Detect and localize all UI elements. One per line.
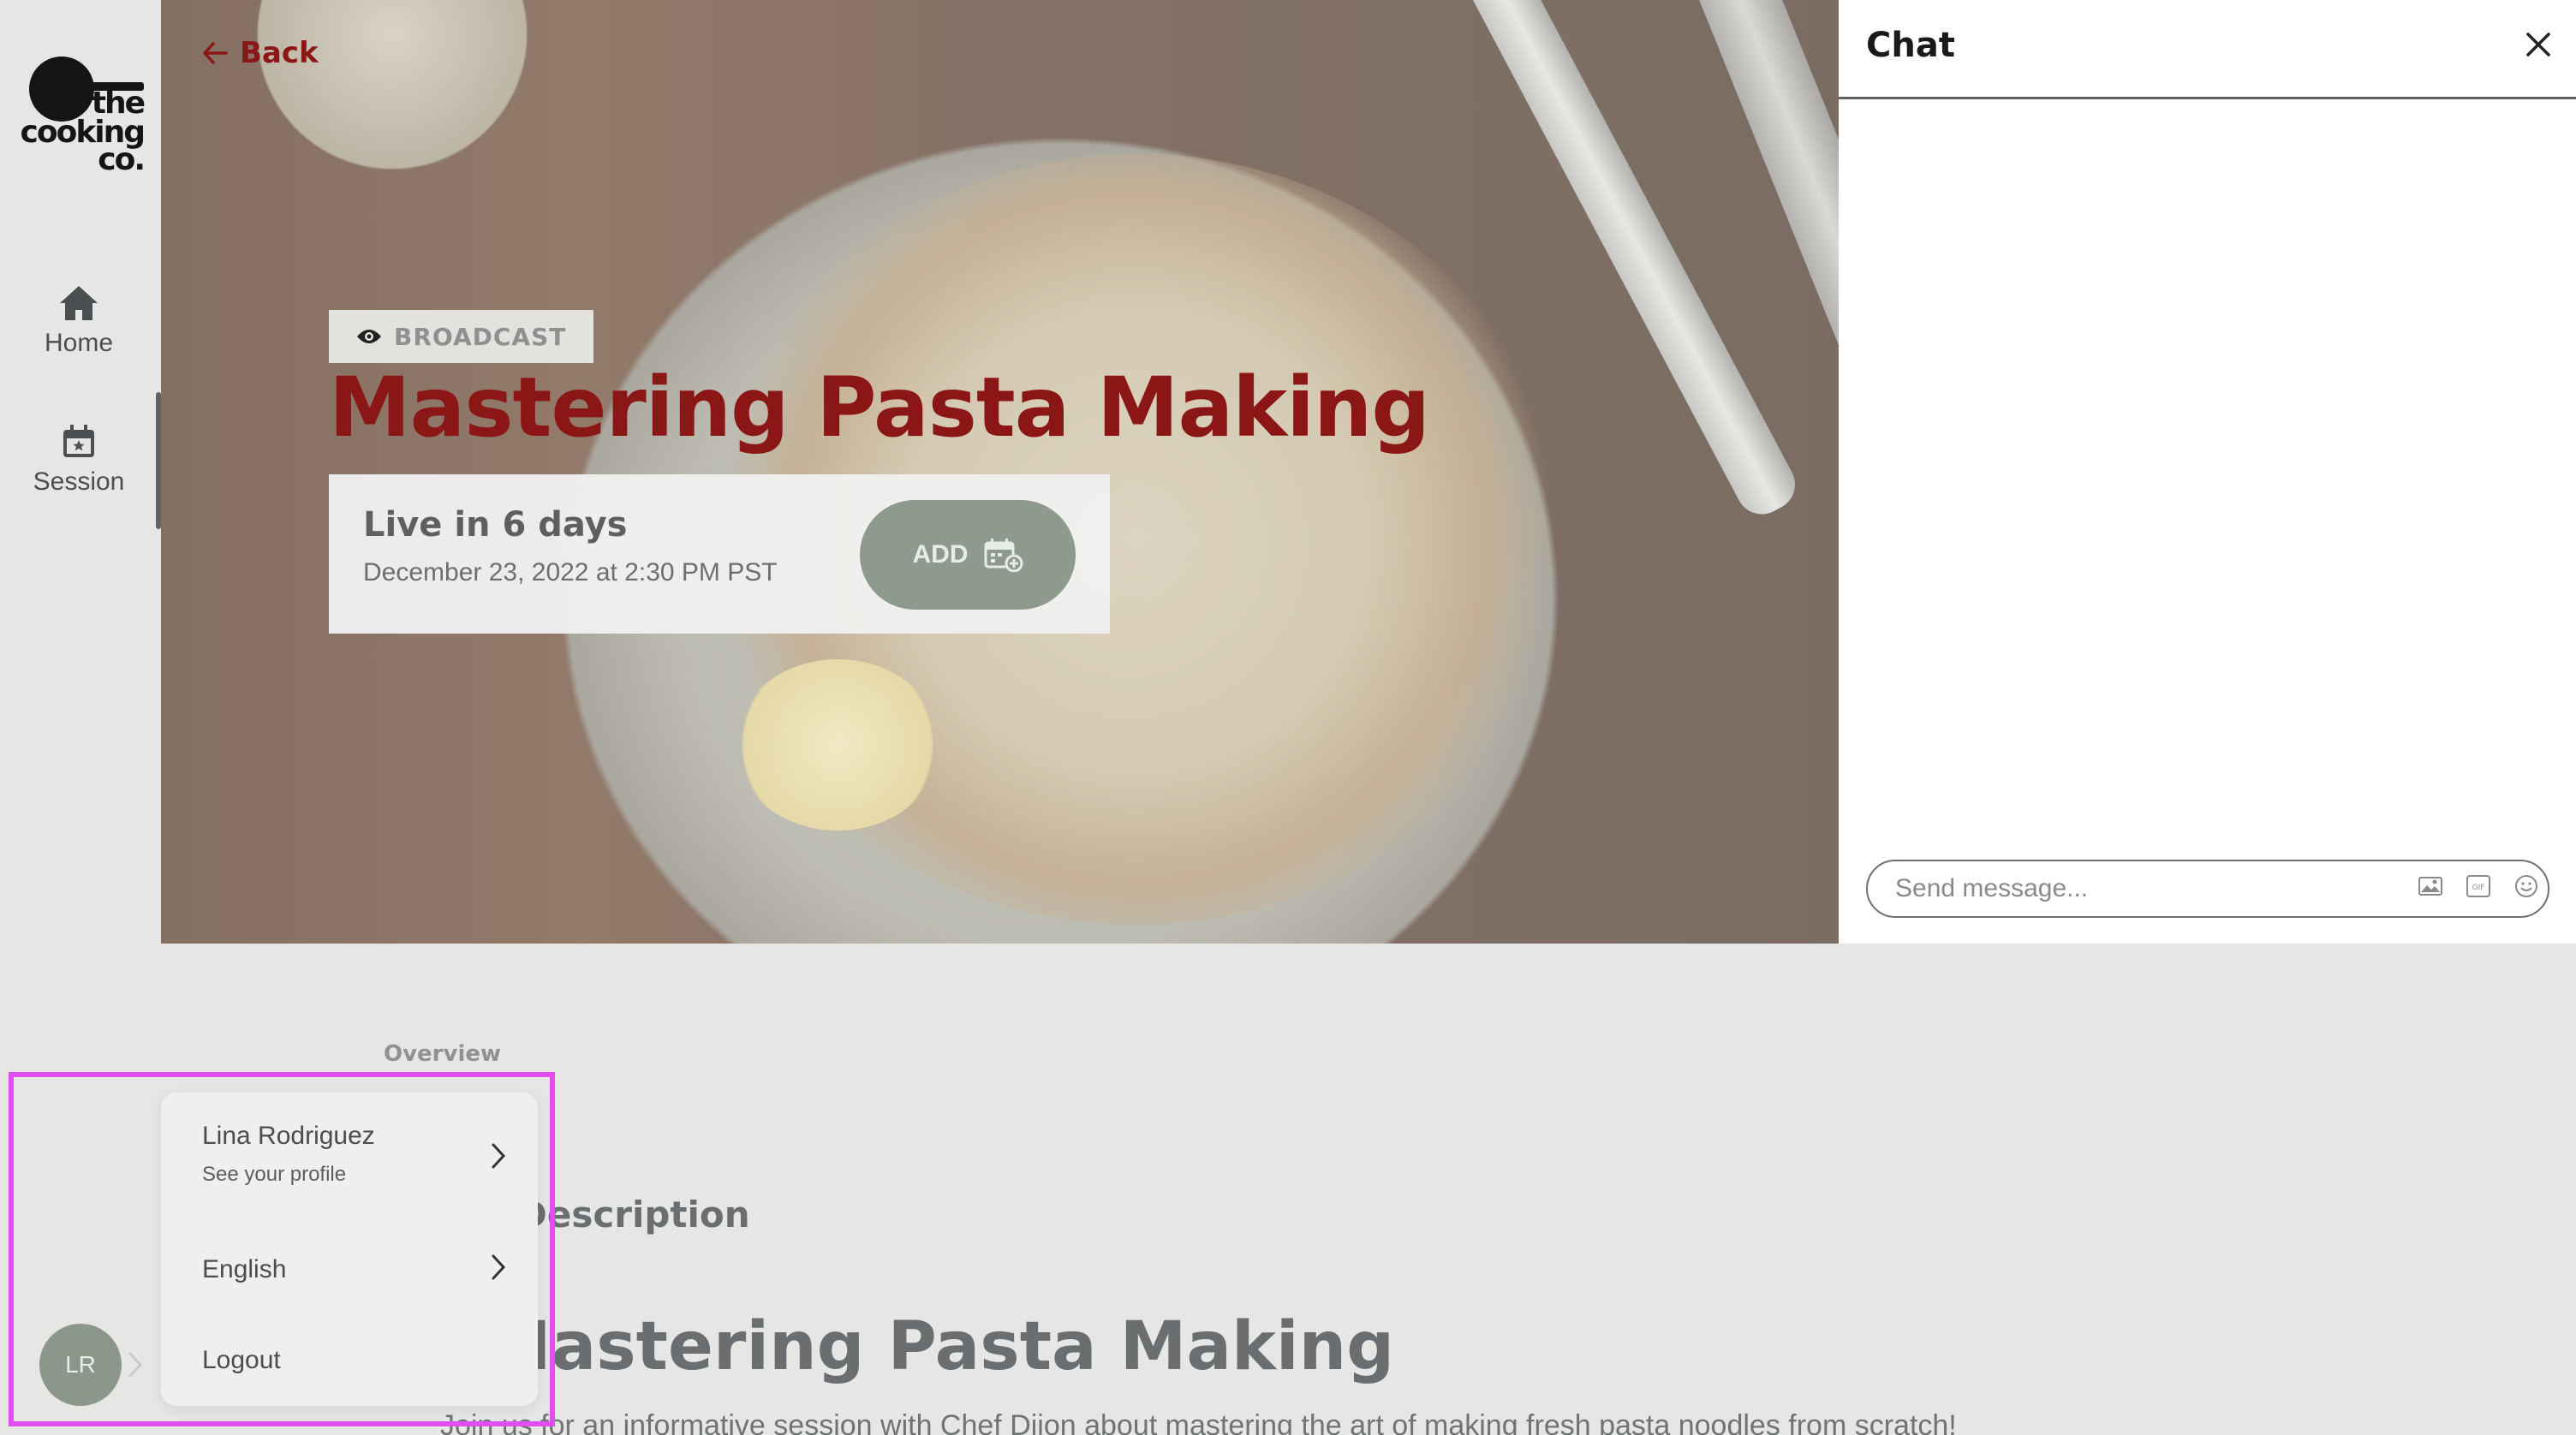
tab-overview[interactable]: Overview bbox=[384, 1041, 501, 1067]
sidebar-item-label: Home bbox=[44, 329, 114, 357]
add-button-label: ADD bbox=[912, 540, 969, 569]
pan-logo-shape bbox=[29, 57, 94, 122]
close-icon[interactable] bbox=[2519, 26, 2557, 63]
description-title: Mastering Pasta Making bbox=[485, 1308, 1395, 1385]
logo-text-line-3: co. bbox=[98, 142, 146, 177]
selection-highlight bbox=[9, 1072, 555, 1426]
session-title: Mastering Pasta Making bbox=[329, 360, 1430, 456]
back-label: Back bbox=[240, 36, 319, 70]
badge-label: BROADCAST bbox=[394, 322, 567, 351]
brand-logo[interactable]: the cooking co. bbox=[21, 53, 149, 182]
arrow-left-icon bbox=[203, 42, 228, 64]
eye-icon bbox=[357, 330, 381, 343]
chat-input-actions: GIF bbox=[2418, 873, 2539, 899]
live-countdown: Live in 6 days bbox=[363, 505, 628, 545]
chat-message-input[interactable] bbox=[1895, 874, 2375, 903]
calendar-add-icon bbox=[984, 539, 1023, 572]
chat-message-field[interactable]: GIF bbox=[1866, 860, 2549, 918]
sidebar-item-home[interactable]: Home bbox=[0, 284, 158, 358]
live-info-card: Live in 6 days December 23, 2022 at 2:30… bbox=[329, 474, 1110, 634]
description-text: Join us for an informative session with … bbox=[440, 1409, 1957, 1435]
home-icon bbox=[60, 286, 98, 320]
back-link[interactable]: Back bbox=[202, 36, 319, 70]
image-icon[interactable] bbox=[2418, 875, 2443, 897]
chat-header: Chat bbox=[1839, 0, 2576, 99]
sidebar-item-label: Session bbox=[33, 467, 125, 496]
logo-text-line-1: the bbox=[91, 86, 146, 121]
emoji-icon[interactable] bbox=[2513, 873, 2539, 899]
svg-text:GIF: GIF bbox=[2472, 884, 2485, 892]
gif-icon[interactable]: GIF bbox=[2466, 874, 2491, 898]
add-to-calendar-button[interactable]: ADD bbox=[860, 500, 1076, 610]
live-date: December 23, 2022 at 2:30 PM PST bbox=[363, 558, 778, 587]
chat-panel: Chat GIF bbox=[1839, 0, 2576, 944]
hero-banner bbox=[161, 0, 1839, 944]
sidebar-item-session[interactable]: Session bbox=[0, 423, 158, 497]
calendar-star-icon bbox=[63, 425, 94, 457]
hero-overlay bbox=[161, 0, 1839, 944]
chat-title: Chat bbox=[1866, 26, 1955, 65]
broadcast-badge: BROADCAST bbox=[329, 310, 594, 363]
